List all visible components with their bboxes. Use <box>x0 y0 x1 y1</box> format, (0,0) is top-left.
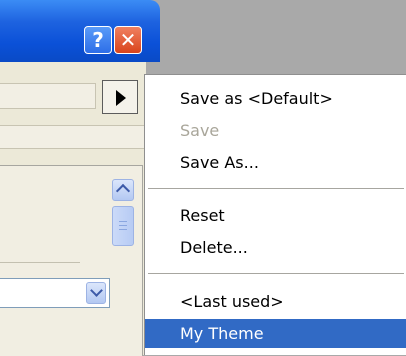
menu-item-save-as-default[interactable]: Save as <Default> <box>145 84 406 113</box>
theme-name-field[interactable] <box>0 83 96 109</box>
toolbar-strip <box>0 125 146 149</box>
window-title-bar: ? ✕ <box>0 0 160 62</box>
theme-selector-row <box>0 80 146 114</box>
help-icon: ? <box>92 28 104 52</box>
grip-line <box>119 225 127 226</box>
help-button[interactable]: ? <box>84 26 112 54</box>
close-button[interactable]: ✕ <box>114 26 142 54</box>
menu-item-last-used[interactable]: <Last used> <box>145 287 406 316</box>
theme-menu-button[interactable] <box>102 80 138 114</box>
dropdown-button[interactable] <box>86 282 106 304</box>
menu-separator <box>148 188 404 189</box>
menu-item-delete[interactable]: Delete... <box>145 233 406 262</box>
chevron-up-icon <box>115 183 131 199</box>
group-divider <box>0 262 80 263</box>
grip-line <box>119 229 127 230</box>
menu-separator <box>148 273 404 274</box>
scroll-up-button[interactable] <box>112 179 134 201</box>
theme-context-menu: Save as <Default> Save Save As... Reset … <box>144 74 406 355</box>
menu-item-my-theme[interactable]: My Theme <box>145 319 406 348</box>
menu-item-save-as[interactable]: Save As... <box>145 148 406 177</box>
grip-line <box>119 221 127 222</box>
chevron-down-icon <box>90 284 103 297</box>
dropdown-field[interactable] <box>0 278 110 308</box>
menu-item-save[interactable]: Save <box>145 116 406 145</box>
triangle-right-icon <box>116 90 126 106</box>
close-icon: ✕ <box>119 28 137 52</box>
scrollbar-thumb[interactable] <box>112 206 134 246</box>
menu-item-reset[interactable]: Reset <box>145 201 406 230</box>
